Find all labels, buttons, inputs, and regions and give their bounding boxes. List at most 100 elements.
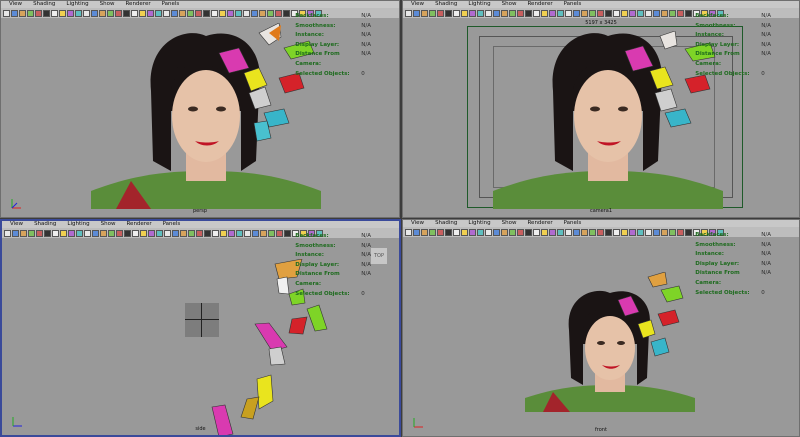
camera-icon[interactable] xyxy=(445,228,452,236)
camera-icon[interactable] xyxy=(44,229,51,237)
shaded-icon[interactable] xyxy=(76,229,83,237)
render-icon[interactable] xyxy=(195,9,202,17)
scale-icon[interactable] xyxy=(108,229,115,237)
menu-shading[interactable]: Shading xyxy=(33,1,55,8)
move-icon[interactable] xyxy=(12,229,19,237)
render-icon[interactable] xyxy=(677,228,684,236)
texture-icon[interactable] xyxy=(629,228,636,236)
grid-icon[interactable] xyxy=(613,9,620,17)
camera-icon[interactable] xyxy=(525,9,532,17)
move-icon[interactable] xyxy=(573,9,580,17)
render-icon[interactable] xyxy=(437,9,444,17)
scale-icon[interactable] xyxy=(669,228,676,236)
select-icon[interactable] xyxy=(405,228,412,236)
menu-view[interactable]: View xyxy=(10,221,23,228)
rotate-icon[interactable] xyxy=(179,9,186,17)
light-icon[interactable] xyxy=(59,9,66,17)
move-icon[interactable] xyxy=(573,228,580,236)
light-icon[interactable] xyxy=(461,9,468,17)
shaded-icon[interactable] xyxy=(637,228,644,236)
move-icon[interactable] xyxy=(653,9,660,17)
rotate-icon[interactable] xyxy=(260,229,267,237)
render-icon[interactable] xyxy=(35,9,42,17)
move-icon[interactable] xyxy=(251,9,258,17)
rotate-icon[interactable] xyxy=(99,9,106,17)
shaded-icon[interactable] xyxy=(155,9,162,17)
move-icon[interactable] xyxy=(11,9,18,17)
menu-show[interactable]: Show xyxy=(100,1,115,8)
move-icon[interactable] xyxy=(493,228,500,236)
select-icon[interactable] xyxy=(405,9,412,17)
texture-icon[interactable] xyxy=(227,9,234,17)
menu-shading[interactable]: Shading xyxy=(34,221,56,228)
scale-icon[interactable] xyxy=(28,229,35,237)
render-icon[interactable] xyxy=(275,9,282,17)
menu-show[interactable]: Show xyxy=(502,220,517,227)
scale-icon[interactable] xyxy=(429,9,436,17)
light-icon[interactable] xyxy=(220,229,227,237)
camera-icon[interactable] xyxy=(283,9,290,17)
grid-icon[interactable] xyxy=(533,9,540,17)
light-icon[interactable] xyxy=(139,9,146,17)
rotate-icon[interactable] xyxy=(259,9,266,17)
camera-icon[interactable] xyxy=(685,9,692,17)
scale-icon[interactable] xyxy=(669,9,676,17)
select-icon[interactable] xyxy=(83,9,90,17)
light-icon[interactable] xyxy=(621,228,628,236)
select-icon[interactable] xyxy=(164,229,171,237)
shaded-icon[interactable] xyxy=(156,229,163,237)
rotate-icon[interactable] xyxy=(661,9,668,17)
rotate-icon[interactable] xyxy=(421,9,428,17)
viewport-side[interactable]: View Shading Lighting Show Renderer Pane… xyxy=(0,219,401,437)
select-icon[interactable] xyxy=(645,9,652,17)
menu-lighting[interactable]: Lighting xyxy=(67,221,89,228)
move-icon[interactable] xyxy=(171,9,178,17)
menu-shading[interactable]: Shading xyxy=(435,1,457,8)
menu-shading[interactable]: Shading xyxy=(435,220,457,227)
texture-icon[interactable] xyxy=(469,228,476,236)
render-icon[interactable] xyxy=(597,228,604,236)
light-icon[interactable] xyxy=(60,229,67,237)
camera-icon[interactable] xyxy=(203,9,210,17)
select-icon[interactable] xyxy=(645,228,652,236)
menu-renderer[interactable]: Renderer xyxy=(527,1,552,8)
texture-icon[interactable] xyxy=(67,9,74,17)
render-icon[interactable] xyxy=(276,229,283,237)
select-icon[interactable] xyxy=(244,229,251,237)
rotate-icon[interactable] xyxy=(20,229,27,237)
light-icon[interactable] xyxy=(461,228,468,236)
render-icon[interactable] xyxy=(677,9,684,17)
rotate-icon[interactable] xyxy=(100,229,107,237)
select-icon[interactable] xyxy=(163,9,170,17)
menu-renderer[interactable]: Renderer xyxy=(527,220,552,227)
select-icon[interactable] xyxy=(84,229,91,237)
view-cube[interactable]: TOP xyxy=(370,247,388,265)
menu-lighting[interactable]: Lighting xyxy=(468,220,490,227)
select-icon[interactable] xyxy=(3,9,10,17)
scale-icon[interactable] xyxy=(268,229,275,237)
menu-panels[interactable]: Panels xyxy=(564,1,582,8)
viewport-front[interactable]: View Shading Lighting Show Renderer Pane… xyxy=(402,219,800,437)
grid-icon[interactable] xyxy=(51,9,58,17)
rotate-icon[interactable] xyxy=(661,228,668,236)
rotate-icon[interactable] xyxy=(501,9,508,17)
rotate-icon[interactable] xyxy=(501,228,508,236)
shaded-icon[interactable] xyxy=(75,9,82,17)
move-icon[interactable] xyxy=(653,228,660,236)
rotate-icon[interactable] xyxy=(19,9,26,17)
grid-icon[interactable] xyxy=(52,229,59,237)
render-icon[interactable] xyxy=(437,228,444,236)
texture-icon[interactable] xyxy=(68,229,75,237)
grid-icon[interactable] xyxy=(533,228,540,236)
rotate-icon[interactable] xyxy=(581,228,588,236)
render-icon[interactable] xyxy=(116,229,123,237)
move-icon[interactable] xyxy=(91,9,98,17)
shaded-icon[interactable] xyxy=(235,9,242,17)
menu-renderer[interactable]: Renderer xyxy=(125,1,150,8)
menu-view[interactable]: View xyxy=(411,220,424,227)
grid-icon[interactable] xyxy=(212,229,219,237)
menu-panels[interactable]: Panels xyxy=(564,220,582,227)
scale-icon[interactable] xyxy=(187,9,194,17)
rotate-icon[interactable] xyxy=(581,9,588,17)
camera-icon[interactable] xyxy=(605,228,612,236)
